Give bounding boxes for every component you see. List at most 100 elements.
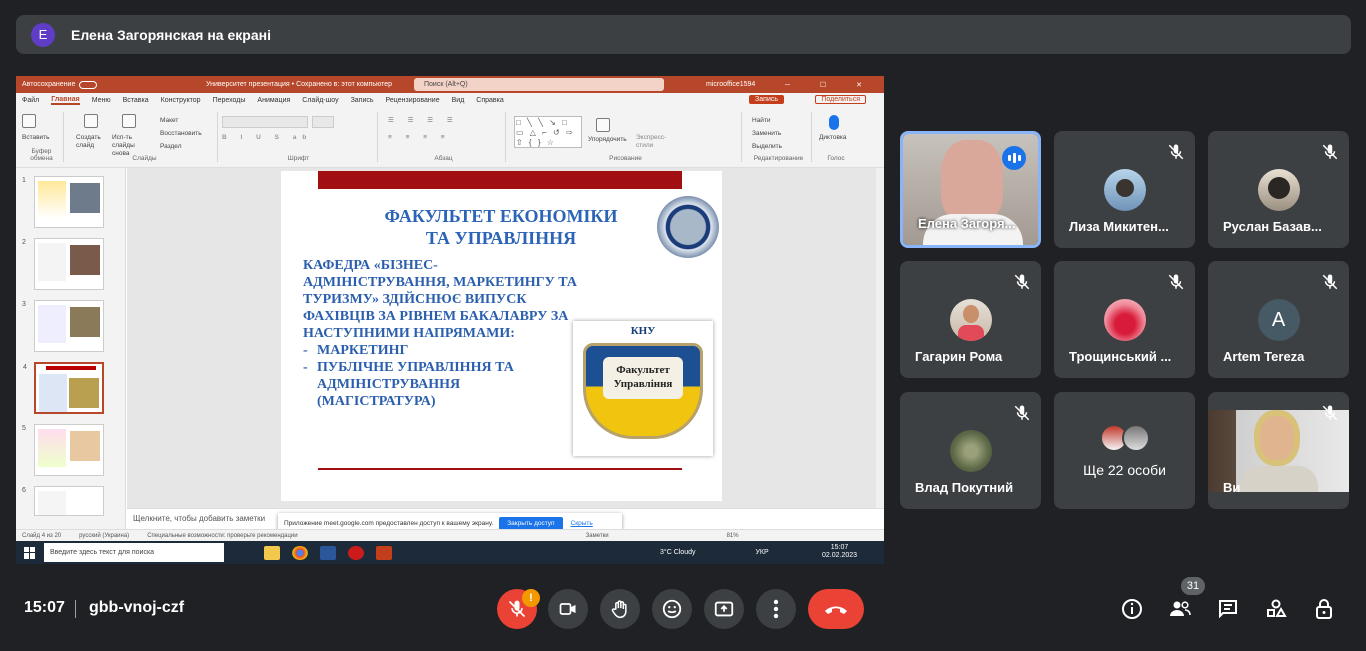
slide-options: Макет Восстановить Раздел bbox=[160, 114, 202, 153]
participant-name: Влад Покутний bbox=[915, 480, 1014, 495]
find-label: Найти bbox=[752, 117, 771, 124]
ppt-ribbon: Вставить Буфер обмена Создать слайд Исп-… bbox=[16, 108, 884, 168]
slide-title-line2: ТА УПРАВЛІННЯ bbox=[425, 228, 577, 248]
vertical-scrollbar bbox=[876, 168, 884, 508]
logo-scroll-text: Факультет Управління bbox=[603, 357, 683, 399]
group-label: Рисование bbox=[609, 155, 642, 162]
slide-number: 6 bbox=[22, 487, 26, 494]
menu-item: Вставка bbox=[122, 97, 149, 104]
arrange-icon bbox=[594, 116, 612, 136]
mic-off-icon bbox=[1168, 144, 1184, 160]
more-avatar-2 bbox=[1122, 424, 1150, 452]
slide-department-text: КАФЕДРА «БІЗНЕС-АДМІНІСТРУВАННЯ, МАРКЕТИ… bbox=[303, 258, 578, 341]
explorer-icon bbox=[264, 545, 280, 560]
divider bbox=[75, 600, 76, 618]
editing-options: Найти Заменить Выделить bbox=[752, 114, 782, 153]
slide-number: 3 bbox=[22, 301, 26, 308]
activities-icon[interactable] bbox=[1264, 597, 1288, 621]
slide-thumb-4-selected: 4 bbox=[23, 362, 104, 414]
bullet-dash: - bbox=[303, 343, 308, 358]
slide-number: 5 bbox=[22, 425, 26, 432]
ribbon-font: B I U S ab Шрифт bbox=[220, 112, 378, 162]
status-notes: Заметки bbox=[585, 532, 609, 539]
ribbon-clipboard: Вставить Буфер обмена bbox=[20, 112, 64, 162]
participant-tile-self[interactable]: Ви bbox=[1208, 392, 1349, 509]
slide-title-line1: ФАКУЛЬТЕТ ЕКОНОМІКИ bbox=[384, 206, 618, 226]
windows-taskbar: Введите здесь текст для поиска 3°C Cloud… bbox=[16, 541, 884, 564]
participant-tile[interactable]: Гагарин Рома bbox=[900, 261, 1041, 378]
presenter-avatar: E bbox=[31, 22, 55, 47]
paste-icon bbox=[22, 114, 36, 128]
paragraph-icons: ☰ ☰ ☰ ☰ bbox=[388, 117, 459, 124]
logo-knu-text: КНУ bbox=[630, 325, 656, 337]
people-icon[interactable] bbox=[1168, 597, 1192, 621]
slide-thumb-1: 1 bbox=[22, 176, 104, 228]
participant-tile-presenter[interactable]: Елена Загоря... bbox=[900, 131, 1041, 248]
group-label: Редактирование bbox=[753, 155, 804, 162]
word-icon bbox=[320, 545, 336, 560]
participant-tile[interactable]: Влад Покутний bbox=[900, 392, 1041, 509]
reactions-button[interactable] bbox=[652, 589, 692, 629]
meeting-info-icon[interactable] bbox=[1120, 597, 1144, 621]
slide-thumb-2: 2 bbox=[22, 238, 104, 290]
participant-tile[interactable]: Руслан Базав... bbox=[1208, 131, 1349, 248]
slide-number: 2 bbox=[22, 239, 26, 246]
slide-thumb-3: 3 bbox=[22, 300, 104, 352]
faculty-logo: КНУ Факультет Управління bbox=[573, 321, 713, 456]
menu-item: Анимация bbox=[257, 97, 291, 104]
university-seal bbox=[657, 196, 719, 258]
menu-item: Слайд-шоу bbox=[302, 97, 339, 104]
ppt-titlebar: Автосохранение Университет презентация •… bbox=[16, 76, 884, 93]
camera-icon bbox=[559, 603, 576, 615]
menu-item: Рецензирование bbox=[385, 97, 440, 104]
slide-thumbnails: 1 2 3 4 5 6 bbox=[16, 168, 126, 538]
status-access: Специальные возможности: проверьте реком… bbox=[147, 532, 298, 539]
slide-bullet-1: - МАРКЕТИНГ bbox=[303, 342, 563, 359]
taskbar-clock: 15:07 02.02.2023 bbox=[822, 544, 857, 560]
ppt-search: Поиск (Alt+Q) bbox=[414, 78, 664, 91]
taskbar-search: Введите здесь текст для поиска bbox=[44, 543, 224, 562]
select-label: Выделить bbox=[752, 143, 782, 150]
participant-tile[interactable]: Лиза Микитен... bbox=[1054, 131, 1195, 248]
ppt-statusbar: Слайд 4 из 20 русский (Украина) Специаль… bbox=[16, 529, 884, 541]
autosave-label: Автосохранение bbox=[22, 81, 76, 88]
participant-tile[interactable]: Трощинський ... bbox=[1054, 261, 1195, 378]
participant-name: Гагарин Рома bbox=[915, 349, 1003, 364]
ppt-menubar: Файл Главная Меню Вставка Конструктор Пе… bbox=[16, 93, 884, 108]
chat-icon[interactable] bbox=[1216, 597, 1240, 621]
present-screen-icon bbox=[714, 601, 734, 617]
bullet-text: ПУБЛІЧНЕ УПРАВЛІННЯ ТА АДМІНІСТРУВАННЯ (… bbox=[317, 360, 514, 409]
reuse-icon bbox=[121, 114, 136, 128]
ribbon-drawing: □ ╲ ╲ ↘ □ ▭ △ ⌐ ↺ ⇨ ⇧ { } ☆ Упорядочить … bbox=[510, 112, 742, 162]
people-count-badge: 31 bbox=[1181, 577, 1205, 595]
notify-text: Приложение meet.google.com предоставлен … bbox=[284, 520, 494, 527]
align-icons: ≡ ≡ ≡ ≡ bbox=[388, 134, 451, 141]
participant-tile-more[interactable]: Ще 22 особи bbox=[1054, 392, 1195, 509]
taskbar-time: 15:07 bbox=[830, 544, 849, 551]
leave-call-button[interactable] bbox=[808, 589, 864, 629]
ribbon-slides: Создать слайд Исп-ть слайды снова Макет … bbox=[72, 112, 218, 162]
participant-tile[interactable]: A Artem Tereza bbox=[1208, 261, 1349, 378]
share-button: Поделиться bbox=[815, 95, 866, 104]
new-slide-label: Создать слайд bbox=[76, 134, 101, 149]
raise-hand-button[interactable] bbox=[600, 589, 640, 629]
participant-avatar bbox=[1257, 169, 1300, 211]
presenter-face bbox=[941, 140, 1003, 220]
autosave-toggle bbox=[79, 80, 98, 89]
menu-item: Файл bbox=[22, 97, 40, 104]
ppt-account: microoffice1594 bbox=[706, 81, 756, 88]
participant-name: Трощинський ... bbox=[1069, 349, 1172, 364]
camera-toggle-button[interactable] bbox=[548, 589, 588, 629]
host-controls-icon[interactable] bbox=[1312, 597, 1336, 621]
more-participants-text: Ще 22 особи bbox=[1083, 462, 1166, 478]
group-label: Абзац bbox=[434, 155, 453, 162]
mic-off-icon bbox=[1168, 274, 1184, 290]
slide-thumb-5: 5 bbox=[22, 424, 104, 476]
system-tray: 3°C Cloudy УКР bbox=[660, 549, 769, 556]
dictation-label: Диктовка bbox=[819, 134, 847, 141]
more-options-button[interactable] bbox=[756, 589, 796, 629]
menu-item: Переходы bbox=[212, 97, 246, 104]
present-button[interactable] bbox=[704, 589, 744, 629]
menu-item-home: Главная bbox=[51, 96, 80, 105]
presenting-text: Елена Загорянская на екрані bbox=[71, 26, 271, 43]
